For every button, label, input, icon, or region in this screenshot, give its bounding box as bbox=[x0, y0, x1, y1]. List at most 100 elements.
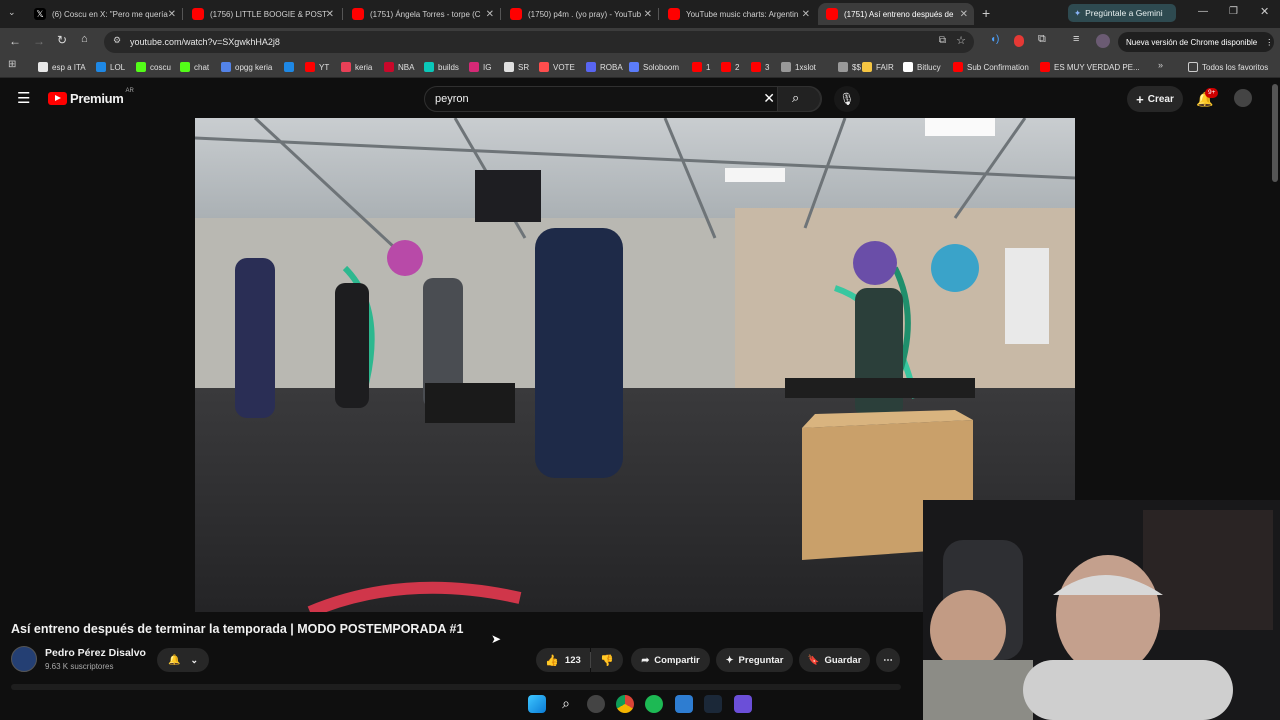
steam-icon[interactable] bbox=[704, 695, 722, 713]
page-scrollbar[interactable] bbox=[1272, 84, 1278, 182]
bookmark-item[interactable]: builds bbox=[424, 60, 459, 74]
all-bookmarks-button[interactable]: Todos los favoritos bbox=[1188, 60, 1268, 74]
bookmark-item[interactable]: coscu bbox=[136, 60, 171, 74]
voice-search-button[interactable]: 🎙 bbox=[834, 86, 860, 112]
chrome-update-button[interactable]: Nueva versión de Chrome disponible ⋮ bbox=[1118, 32, 1274, 52]
close-tab-icon[interactable]: ✕ bbox=[326, 9, 334, 20]
restore-icon[interactable]: ❐ bbox=[1229, 6, 1238, 17]
subscribed-button[interactable]: 🔔 ⌄ bbox=[157, 648, 209, 672]
bookmark-item[interactable]: Soloboom bbox=[629, 60, 679, 74]
profile-avatar[interactable] bbox=[1096, 34, 1110, 48]
task-app-icon[interactable] bbox=[587, 695, 605, 713]
bookmark-item[interactable]: esp a ITA bbox=[38, 60, 86, 74]
tab-music-charts[interactable]: YouTube music charts: Argentin ✕ bbox=[660, 3, 816, 25]
dislike-button[interactable]: 👎 bbox=[591, 648, 623, 672]
extensions-puzzle-icon[interactable]: ⧉ bbox=[1038, 33, 1046, 46]
like-button[interactable]: 👍 123 bbox=[536, 648, 590, 672]
x-logo-icon: 𝕏 bbox=[34, 8, 46, 20]
close-window-icon[interactable]: ✕ bbox=[1260, 5, 1269, 18]
search-icon[interactable]: ⌕ bbox=[557, 695, 575, 713]
bookmark-item[interactable]: SR bbox=[504, 60, 529, 74]
bookmark-item[interactable] bbox=[284, 60, 298, 74]
bookmark-label: 3 bbox=[765, 62, 770, 72]
bookmark-item[interactable]: chat bbox=[180, 60, 209, 74]
extension-icon-1[interactable]: ◖) bbox=[990, 34, 999, 45]
share-button[interactable]: ➦ Compartir bbox=[631, 648, 710, 672]
media-control-icon[interactable]: ≡ bbox=[1073, 33, 1079, 45]
clear-search-icon[interactable]: ✕ bbox=[763, 90, 775, 107]
bookmark-item[interactable]: ROBA bbox=[586, 60, 623, 74]
forward-icon[interactable]: → bbox=[33, 34, 45, 48]
bookmark-item[interactable]: VOTE bbox=[539, 60, 575, 74]
search-button[interactable]: ⌕ bbox=[777, 86, 821, 112]
notification-badge: 9+ bbox=[1205, 88, 1219, 98]
tab-active-video[interactable]: (1751) Así entreno después de ✕ bbox=[818, 3, 974, 25]
close-tab-icon[interactable]: ✕ bbox=[644, 9, 652, 20]
channel-name[interactable]: Pedro Pérez Disalvo bbox=[45, 647, 146, 659]
minimize-icon[interactable]: — bbox=[1198, 6, 1208, 17]
bookmark-item[interactable]: 1 bbox=[692, 60, 710, 74]
account-avatar[interactable] bbox=[1234, 89, 1252, 107]
windows-start-icon[interactable] bbox=[528, 695, 546, 713]
grid-app-icon[interactable] bbox=[734, 695, 752, 713]
reload-icon[interactable]: ↻ bbox=[57, 33, 67, 47]
spotify-icon[interactable] bbox=[645, 695, 663, 713]
tab-coscu[interactable]: 𝕏 (6) Coscu en X: "Pero me quería ✕ bbox=[26, 3, 182, 25]
bookmarks-overflow-icon[interactable]: » bbox=[1158, 60, 1163, 70]
youtube-logo[interactable]: Premium AR bbox=[48, 88, 134, 106]
bookmark-label: ROBA bbox=[600, 62, 623, 72]
close-tab-icon[interactable]: ✕ bbox=[960, 9, 968, 20]
bookmark-favicon-icon bbox=[629, 62, 639, 72]
back-icon[interactable]: ← bbox=[9, 34, 21, 48]
new-tab-icon[interactable]: + bbox=[982, 5, 990, 21]
bookmark-label: opgg keria bbox=[235, 62, 273, 72]
bookmark-item[interactable]: FAIR bbox=[862, 60, 894, 74]
site-info-icon[interactable]: ⚙ bbox=[113, 35, 121, 46]
bookmark-item[interactable]: IG bbox=[469, 60, 491, 74]
bookmark-item[interactable]: ES MUY VERDAD PE... bbox=[1040, 60, 1140, 74]
youtube-icon bbox=[668, 8, 680, 20]
hamburger-menu-icon[interactable]: ☰ bbox=[17, 89, 30, 107]
address-bar[interactable]: ⚙ youtube.com/watch?v=SXgwkhHA2j8 ⧉ ☆ bbox=[104, 31, 974, 53]
bookmark-item[interactable]: LOL bbox=[96, 60, 125, 74]
create-button[interactable]: + Crear bbox=[1127, 86, 1183, 112]
search-box[interactable]: peyron ✕ ⌕ bbox=[424, 86, 822, 112]
tab-little-boogie[interactable]: (1756) LITTLE BOOGIE & POST ✕ bbox=[184, 3, 340, 25]
bookmark-item[interactable]: YT bbox=[305, 60, 329, 74]
tab-search-icon[interactable]: ⌄ bbox=[8, 7, 16, 18]
ask-button[interactable]: ✦ Preguntar bbox=[716, 648, 793, 672]
bookmark-item[interactable]: Sub Confirmation bbox=[953, 60, 1029, 74]
bookmark-favicon-icon bbox=[96, 62, 106, 72]
bookmark-item[interactable]: 2 bbox=[721, 60, 739, 74]
channel-avatar[interactable] bbox=[11, 646, 37, 672]
bookmark-star-icon[interactable]: ☆ bbox=[956, 34, 966, 47]
close-tab-icon[interactable]: ✕ bbox=[168, 9, 176, 20]
search-input[interactable]: peyron bbox=[435, 93, 469, 105]
apps-grid-icon[interactable]: ⊞ bbox=[8, 59, 16, 70]
notifications-button[interactable]: 🔔 9+ bbox=[1196, 88, 1219, 109]
more-horizontal-icon: ⋯ bbox=[883, 654, 893, 666]
install-icon[interactable]: ⧉ bbox=[939, 35, 946, 46]
save-button[interactable]: 🔖 Guardar bbox=[799, 648, 870, 672]
bookmark-favicon-icon bbox=[721, 62, 731, 72]
bookmark-item[interactable]: keria bbox=[341, 60, 372, 74]
bookmark-item[interactable]: opgg keria bbox=[221, 60, 272, 74]
close-tab-icon[interactable]: ✕ bbox=[486, 9, 494, 20]
more-actions-button[interactable]: ⋯ bbox=[876, 648, 900, 672]
tab-angela-torres[interactable]: (1751) Ángela Torres - torpe (C ✕ bbox=[344, 3, 500, 25]
bookmark-item[interactable]: NBA bbox=[384, 60, 414, 74]
chrome-icon[interactable] bbox=[616, 695, 634, 713]
bookmark-item[interactable]: 3 bbox=[751, 60, 769, 74]
bookmark-favicon-icon bbox=[284, 62, 294, 72]
extension-icon-2[interactable] bbox=[1014, 35, 1024, 47]
gemini-button[interactable]: ✦ Pregúntale a Gemini bbox=[1068, 4, 1176, 22]
bookmark-item[interactable]: Bitlucy bbox=[903, 60, 941, 74]
home-icon[interactable]: ⌂ bbox=[81, 33, 88, 45]
all-bookmarks-label: Todos los favoritos bbox=[1202, 62, 1269, 72]
bookmark-label: SR bbox=[518, 62, 530, 72]
bookmark-item[interactable]: $$ bbox=[838, 60, 861, 74]
tab-p4m[interactable]: (1750) p4m . (yo pray) - YouTub ✕ bbox=[502, 3, 658, 25]
notes-icon[interactable] bbox=[675, 695, 693, 713]
bookmark-item[interactable]: 1xslot bbox=[781, 60, 816, 74]
close-tab-icon[interactable]: ✕ bbox=[802, 9, 810, 20]
